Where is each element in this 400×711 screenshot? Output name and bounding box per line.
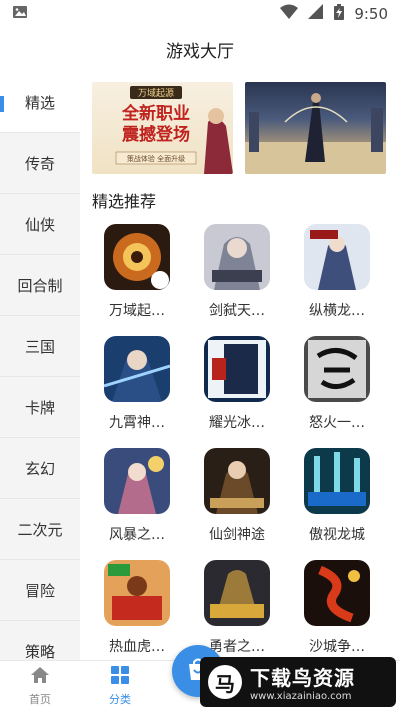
- game-card[interactable]: 纵横龙…: [292, 222, 392, 334]
- game-card[interactable]: 仙剑神途: [192, 446, 292, 558]
- battery-icon: [334, 4, 345, 24]
- sidebar-item-anime[interactable]: 二次元: [0, 499, 80, 560]
- game-icon: [304, 224, 370, 290]
- sidebar-item-featured[interactable]: 精选: [0, 72, 80, 133]
- game-name: 耀光冰…: [209, 415, 265, 431]
- nav-home[interactable]: 首页: [0, 661, 80, 711]
- game-card[interactable]: 耀光冰…: [192, 334, 292, 446]
- sidebar-item-strategy[interactable]: 策略: [0, 621, 80, 660]
- sidebar-item-turn-based[interactable]: 回合制: [0, 255, 80, 316]
- sidebar-item-card[interactable]: 卡牌: [0, 377, 80, 438]
- sidebar-item-xianxia[interactable]: 仙侠: [0, 194, 80, 255]
- game-name: 怒火一…: [309, 415, 365, 431]
- page-title: 游戏大厅: [166, 41, 234, 62]
- sidebar-item-three-kingdoms[interactable]: 三国: [0, 316, 80, 377]
- banner-wanyu[interactable]: 万域起源 全新职业 震撼登场 策战体验 全面升级: [92, 82, 233, 174]
- game-icon: [104, 448, 170, 514]
- game-name: 沙城争…: [309, 639, 365, 655]
- signal-icon: [308, 4, 324, 24]
- game-name: 仙剑神途: [209, 527, 265, 543]
- sidebar-item-adventure[interactable]: 冒险: [0, 560, 80, 621]
- game-icon: [104, 560, 170, 626]
- game-name: 万域起…: [109, 303, 165, 319]
- game-icon: [104, 336, 170, 402]
- game-name: 九霄神…: [109, 415, 165, 431]
- sidebar-item-fantasy[interactable]: 玄幻: [0, 438, 80, 499]
- game-card[interactable]: 热血虎…: [92, 558, 192, 660]
- banner-subline: 策战体验 全面升级: [127, 154, 185, 163]
- main-content: 万域起源 全新职业 震撼登场 策战体验 全面升级 精选推荐 万域起… 剑弑天… …: [80, 72, 400, 660]
- sidebar-item-legend[interactable]: 传奇: [0, 133, 80, 194]
- game-card[interactable]: 傲视龙城: [292, 446, 392, 558]
- grid-icon: [110, 665, 130, 688]
- watermark-url: www.xiazainiao.com: [250, 691, 352, 702]
- watermark-title: 下载鸟资源: [250, 666, 355, 690]
- game-name: 热血虎…: [109, 639, 165, 655]
- nav-category[interactable]: 分类: [80, 661, 160, 711]
- home-icon: [29, 665, 51, 688]
- game-card[interactable]: 勇者之…: [192, 558, 292, 660]
- banner-brand: 万域起源: [138, 87, 174, 99]
- game-card[interactable]: 九霄神…: [92, 334, 192, 446]
- site-watermark: 马 下载鸟资源 www.xiazainiao.com: [200, 657, 396, 707]
- wifi-icon: [280, 4, 299, 24]
- game-card[interactable]: 怒火一…: [292, 334, 392, 446]
- nav-category-label: 分类: [109, 693, 131, 706]
- status-bar: 9:50: [0, 0, 400, 28]
- banner-headline-1: 全新职业: [121, 103, 190, 124]
- game-card[interactable]: 剑弑天…: [192, 222, 292, 334]
- watermark-logo: 马: [208, 665, 242, 699]
- game-name: 剑弑天…: [209, 303, 265, 319]
- game-name: 纵横龙…: [309, 303, 365, 319]
- game-icon: [204, 560, 270, 626]
- game-name: 风暴之…: [109, 527, 165, 543]
- game-icon: [304, 448, 370, 514]
- game-name: 傲视龙城: [309, 527, 365, 543]
- nav-home-label: 首页: [29, 693, 51, 706]
- banner-headline-2: 震撼登场: [121, 124, 190, 145]
- category-sidebar: 精选 传奇 仙侠 回合制 三国 卡牌 玄幻 二次元 冒险 策略: [0, 72, 80, 660]
- game-grid: 万域起… 剑弑天… 纵横龙… 九霄神… 耀光冰… 怒火一… 风暴之… 仙剑神途 …: [92, 222, 400, 660]
- game-card[interactable]: 沙城争…: [292, 558, 392, 660]
- game-icon: [304, 336, 370, 402]
- game-card[interactable]: 万域起…: [92, 222, 192, 334]
- gallery-icon: [12, 4, 28, 24]
- status-time: 9:50: [354, 5, 388, 23]
- game-icon: [304, 560, 370, 626]
- banner-carousel: 万域起源 全新职业 震撼登场 策战体验 全面升级: [92, 82, 400, 174]
- section-title: 精选推荐: [92, 192, 157, 211]
- game-icon: [204, 448, 270, 514]
- game-icon: [204, 336, 270, 402]
- banner-hero[interactable]: [245, 82, 386, 174]
- game-icon: [204, 224, 270, 290]
- app-screen: 9:50 游戏大厅 精选 传奇 仙侠 回合制 三国 卡牌 玄幻 二次元 冒险 策…: [0, 0, 400, 711]
- game-card[interactable]: 风暴之…: [92, 446, 192, 558]
- game-icon: [104, 224, 170, 290]
